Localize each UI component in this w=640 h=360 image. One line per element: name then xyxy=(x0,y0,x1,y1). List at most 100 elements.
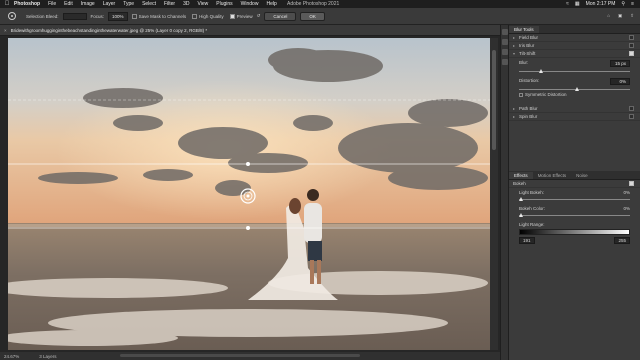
home-icon[interactable]: ⌂ xyxy=(607,13,610,19)
window-title: Adobe Photoshop 2021 xyxy=(287,1,340,7)
light-range-high[interactable]: 255 xyxy=(614,237,630,244)
blur-slider-block: Blur: 15 px xyxy=(509,58,640,76)
selection-bleed-label: Selection Bleed: xyxy=(26,13,59,19)
close-tab-icon[interactable]: × xyxy=(4,28,7,33)
bokeh-color-knob[interactable] xyxy=(519,213,523,217)
control-center-icon[interactable]: ▦ xyxy=(575,1,580,7)
distortion-slider-knob[interactable] xyxy=(574,87,579,91)
blur-label: Blur: xyxy=(519,60,529,65)
panel-spacer xyxy=(509,121,640,171)
preview-label: Preview xyxy=(236,13,253,19)
light-range-values: 191 255 xyxy=(519,237,630,244)
scroll-thumb[interactable] xyxy=(492,50,496,150)
light-range-gradient[interactable] xyxy=(519,229,630,235)
history-icon[interactable] xyxy=(501,29,508,35)
menu-filter[interactable]: Filter xyxy=(164,1,175,7)
apple-icon[interactable]:  xyxy=(0,1,14,7)
distortion-label: Distortion: xyxy=(519,78,540,83)
canvas-area xyxy=(0,36,500,352)
tab-effects[interactable]: Effects xyxy=(509,172,533,179)
menu-select[interactable]: Select xyxy=(142,1,156,7)
save-mask-label: Save Mask to Channels xyxy=(138,13,187,19)
bokeh-color-label: Bokeh Color: xyxy=(519,206,546,211)
menu-view[interactable]: View xyxy=(198,1,209,7)
light-bokeh-knob[interactable] xyxy=(519,197,523,201)
light-range-low[interactable]: 191 xyxy=(519,237,535,244)
blur-value-field[interactable]: 15 px xyxy=(610,60,630,67)
share-icon[interactable]: ⇧ xyxy=(630,13,634,19)
document-tab[interactable]: × Bridewithgroomhugginginthebeachstandin… xyxy=(0,25,500,36)
symmetric-distortion-checkbox[interactable] xyxy=(519,92,523,97)
menu-3d[interactable]: 3D xyxy=(183,1,189,7)
menu-bar:  Photoshop File Edit Image Layer Type S… xyxy=(0,0,640,8)
menu-plugins[interactable]: Plugins xyxy=(216,1,232,7)
blur-item-path-blur[interactable]: ▸ Path Blur xyxy=(509,105,640,113)
blur-item-spin-blur[interactable]: ▸ Spin Blur xyxy=(509,113,640,121)
blur-slider[interactable] xyxy=(519,69,630,73)
bokeh-label: Bokeh xyxy=(513,181,526,186)
distortion-value-field[interactable]: 0% xyxy=(610,78,630,85)
save-mask-checkbox[interactable] xyxy=(131,13,137,19)
light-range-block: Light Range: xyxy=(509,220,640,227)
reset-icon[interactable]: ↺ xyxy=(257,13,261,19)
ok-button[interactable]: OK xyxy=(300,11,325,21)
menu-type[interactable]: Type xyxy=(123,1,134,7)
menu-file[interactable]: File xyxy=(48,1,56,7)
bokeh-color-block: Bokeh Color: 0% xyxy=(509,204,640,220)
bokeh-row: Bokeh xyxy=(509,180,640,188)
blur-item-tilt-shift[interactable]: ▾ Tilt-Shift xyxy=(509,50,640,58)
blur-item-iris-blur[interactable]: ▸ Iris Blur xyxy=(509,42,640,50)
app-menu[interactable]: Photoshop xyxy=(14,1,40,7)
blur-item-label: Field Blur xyxy=(519,35,539,40)
wifi-icon[interactable]: ≈ xyxy=(566,1,569,7)
menu-help[interactable]: Help xyxy=(266,1,276,7)
layer-count: 3 Layers xyxy=(39,353,57,359)
tab-noise[interactable]: Noise xyxy=(571,172,593,179)
menu-window[interactable]: Window xyxy=(241,1,259,7)
brush-icon[interactable] xyxy=(501,59,508,65)
blur-gallery-tool-icon[interactable] xyxy=(4,10,20,22)
tilt-shift-checkbox[interactable] xyxy=(629,51,634,56)
blur-item-label: Spin Blur xyxy=(519,114,538,119)
options-bar: Selection Bleed: Focus: 100% Save Mask t… xyxy=(0,8,640,25)
workspace-icon[interactable]: ▣ xyxy=(618,13,622,19)
blur-slider-knob[interactable] xyxy=(538,69,543,73)
zoom-level[interactable]: 24.67% xyxy=(4,354,19,359)
high-quality-checkbox[interactable] xyxy=(192,13,198,19)
status-bar: 24.67% 3 Layers xyxy=(0,352,500,360)
menu-edit[interactable]: Edit xyxy=(64,1,73,7)
focus-field[interactable]: 100% xyxy=(108,11,128,21)
horizontal-scrollbar[interactable] xyxy=(120,354,360,357)
tab-motion-effects[interactable]: Motion Effects xyxy=(533,172,571,179)
photo-canvas[interactable] xyxy=(8,38,490,350)
menu-image[interactable]: Image xyxy=(81,1,95,7)
bokeh-checkbox[interactable] xyxy=(629,181,634,186)
menu-extras-icon[interactable]: ≡ xyxy=(631,1,634,7)
swatches-icon[interactable] xyxy=(501,49,508,55)
clock[interactable]: Mon 2:17 PM xyxy=(586,1,616,7)
document-title: Bridewithgroomhugginginthebeachstandingi… xyxy=(10,27,208,33)
light-bokeh-label: Light Bokeh: xyxy=(519,190,545,195)
menu-layer[interactable]: Layer xyxy=(103,1,116,7)
path-blur-checkbox[interactable] xyxy=(629,106,634,111)
light-bokeh-value[interactable]: 0% xyxy=(623,190,630,195)
vertical-scrollbar[interactable] xyxy=(490,38,498,350)
preview-checkbox[interactable] xyxy=(229,13,235,19)
spin-blur-checkbox[interactable] xyxy=(629,114,634,119)
light-bokeh-slider[interactable] xyxy=(519,197,630,201)
selection-bleed-field[interactable] xyxy=(62,12,87,20)
cancel-button[interactable]: Cancel xyxy=(264,11,297,21)
bokeh-color-value[interactable]: 0% xyxy=(623,206,630,211)
bokeh-color-slider[interactable] xyxy=(519,213,630,217)
blur-item-field-blur[interactable]: ▸ Field Blur xyxy=(509,34,640,42)
properties-icon[interactable] xyxy=(501,39,508,45)
field-blur-checkbox[interactable] xyxy=(629,35,634,40)
collapsed-panel-strip xyxy=(500,25,508,360)
tab-blur-tools[interactable]: Blur Tools xyxy=(509,26,539,33)
distortion-slider[interactable] xyxy=(519,87,630,91)
high-quality-label: High Quality xyxy=(199,13,224,19)
blur-item-label: Iris Blur xyxy=(519,43,535,48)
blur-item-label: Path Blur xyxy=(519,106,538,111)
search-icon[interactable]: ⚲ xyxy=(621,1,625,7)
iris-blur-checkbox[interactable] xyxy=(629,43,634,48)
